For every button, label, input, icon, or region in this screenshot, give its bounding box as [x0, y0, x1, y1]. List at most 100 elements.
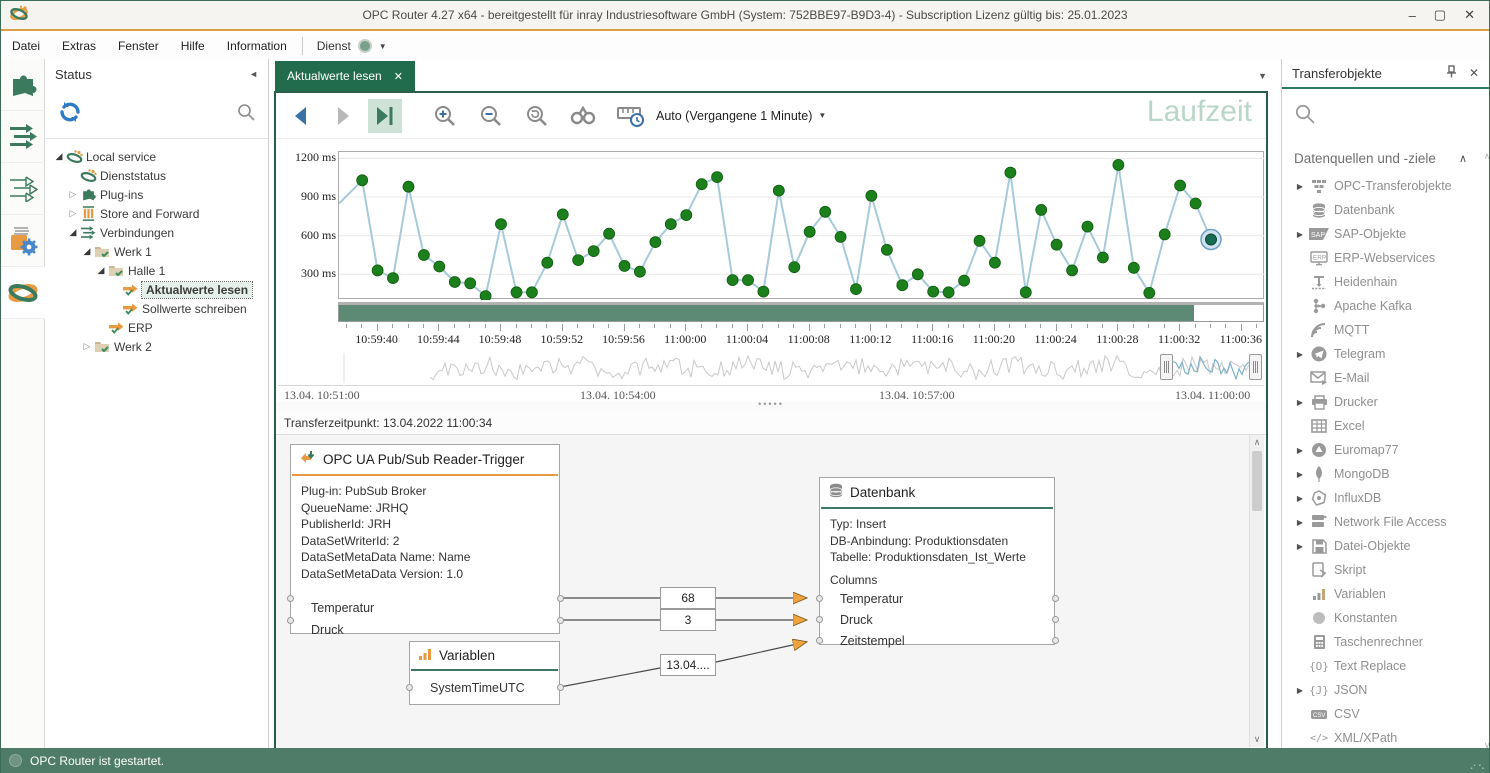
expander-closed-icon[interactable]: ▶ — [1292, 398, 1308, 407]
transfer-object-xml-xpath[interactable]: </>XML/XPath — [1282, 726, 1489, 750]
time-range-dropdown[interactable]: Auto (Vergangene 1 Minute) ▼ — [656, 109, 826, 123]
transfer-object-konstanten[interactable]: Konstanten — [1282, 606, 1489, 630]
menu-item-information[interactable]: Information — [216, 35, 298, 57]
port-dot[interactable] — [287, 595, 294, 602]
vars-port-systemtimeutc[interactable]: SystemTimeUTC — [410, 678, 559, 698]
tree-item-werk-1[interactable]: ◢Werk 1 — [45, 242, 268, 261]
scroll-up-icon[interactable]: ∧ — [1481, 151, 1490, 162]
transfer-object-influxdb[interactable]: ▶InfluxDB — [1282, 486, 1489, 510]
pin-icon[interactable] — [1446, 65, 1457, 81]
transfer-object-datei-objekte[interactable]: ▶Datei-Objekte — [1282, 534, 1489, 558]
port-dot[interactable] — [557, 595, 564, 602]
zoom-out-icon[interactable] — [474, 99, 508, 133]
port-dot[interactable] — [816, 616, 823, 623]
transfer-object-mqtt[interactable]: MQTT — [1282, 318, 1489, 342]
menu-item-dienst[interactable]: Dienst ▼ — [307, 36, 397, 56]
transfer-object-opc-transferobjekte[interactable]: ▶OPC-Transferobjekte — [1282, 174, 1489, 198]
transfer-object-apache-kafka[interactable]: Apache Kafka — [1282, 294, 1489, 318]
port-dot[interactable] — [816, 637, 823, 644]
zoom-reset-icon[interactable] — [520, 99, 554, 133]
transfer-object-taschenrechner[interactable]: Taschenrechner — [1282, 630, 1489, 654]
expander-closed-icon[interactable]: ▷ — [81, 341, 93, 352]
expander-closed-icon[interactable]: ▶ — [1292, 230, 1308, 239]
expander-closed-icon[interactable]: ▶ — [1292, 182, 1308, 191]
tree-item-local-service[interactable]: ◢Local service — [45, 147, 268, 166]
expander-closed-icon[interactable]: ▶ — [1292, 494, 1308, 503]
go-to-latest-button[interactable] — [368, 99, 402, 133]
port-dot[interactable] — [816, 595, 823, 602]
nav-forward-button[interactable] — [326, 99, 360, 133]
nav-back-button[interactable] — [284, 99, 318, 133]
trigger-port-druck[interactable]: Druck — [291, 620, 559, 640]
transfer-object-json[interactable]: ▶{J}JSON — [1282, 678, 1489, 702]
port-dot[interactable] — [406, 684, 413, 691]
connection-diagram[interactable]: OPC UA Pub/Sub Reader-Trigger Plug-in: P… — [276, 435, 1250, 749]
horizontal-splitter[interactable]: ••••• — [276, 402, 1266, 411]
refresh-icon[interactable] — [57, 99, 83, 128]
diagram-vertical-scrollbar[interactable]: ∧ ∨ — [1249, 435, 1264, 747]
scroll-up-icon[interactable]: ∧ — [1250, 435, 1264, 450]
opc-router-logo-icon[interactable] — [1, 267, 45, 319]
tree-item-sollwerte-schreiben[interactable]: Sollwerte schreiben — [45, 299, 268, 318]
scrollbar-thumb[interactable] — [1252, 451, 1262, 511]
tree-item-werk-2[interactable]: ▷Werk 2 — [45, 337, 268, 356]
trigger-port-temperatur[interactable]: Temperatur — [291, 598, 559, 618]
tree-item-verbindungen[interactable]: ◢Verbindungen — [45, 223, 268, 242]
menu-item-datei[interactable]: Datei — [1, 35, 51, 57]
collapse-panel-icon[interactable]: ◄ — [249, 69, 258, 79]
expander-closed-icon[interactable]: ▶ — [1292, 542, 1308, 551]
resize-grip[interactable]: ⡠⢄ — [1469, 759, 1486, 770]
close-button[interactable]: ✕ — [1464, 7, 1475, 23]
tree-item-aktualwerte-lesen[interactable]: Aktualwerte lesen — [45, 280, 268, 299]
zoom-in-icon[interactable] — [428, 99, 462, 133]
expander-closed-icon[interactable]: ▶ — [1292, 686, 1308, 695]
range-handle-right[interactable] — [1249, 354, 1262, 380]
transfer-object-sap-objekte[interactable]: ▶SAPSAP-Objekte — [1282, 222, 1489, 246]
port-dot[interactable] — [287, 617, 294, 624]
transfer-object-variablen[interactable]: Variablen — [1282, 582, 1489, 606]
expander-open-icon[interactable]: ◢ — [67, 227, 79, 238]
time-range-icon[interactable] — [614, 99, 648, 133]
runtime-chart[interactable]: 1200 ms900 ms600 ms300 ms 10:59:4010:59:… — [276, 148, 1266, 348]
transfer-object-network-file-access[interactable]: ▶Network File Access — [1282, 510, 1489, 534]
port-dot[interactable] — [1052, 616, 1059, 623]
db-port-temperatur[interactable]: Temperatur — [820, 589, 1054, 609]
tab-aktualwerte-lesen[interactable]: Aktualwerte lesen ✕ — [275, 61, 415, 91]
transfer-object-csv[interactable]: CSVCSV — [1282, 702, 1489, 726]
variables-box[interactable]: Variablen SystemTimeUTC — [409, 641, 560, 705]
maximize-button[interactable]: ▢ — [1434, 7, 1446, 23]
transfer-object-euromap77[interactable]: ▶Euromap77 — [1282, 438, 1489, 462]
transfer-object-datenbank[interactable]: Datenbank — [1282, 198, 1489, 222]
search-icon[interactable] — [1294, 103, 1316, 128]
expander-closed-icon[interactable]: ▶ — [1292, 518, 1308, 527]
panel-scrollbar[interactable]: ∧ ∨ — [1474, 151, 1487, 751]
menu-item-hilfe[interactable]: Hilfe — [170, 35, 216, 57]
tree-item-erp[interactable]: ERP — [45, 318, 268, 337]
section-collapse-icon[interactable]: ∧ — [1459, 152, 1467, 165]
expander-closed-icon[interactable]: ▷ — [67, 189, 79, 200]
tab-close-icon[interactable]: ✕ — [394, 70, 403, 83]
chart-plot-area[interactable] — [338, 151, 1264, 299]
port-dot[interactable] — [557, 617, 564, 624]
menu-item-fenster[interactable]: Fenster — [107, 35, 170, 57]
transfer-object-e-mail[interactable]: E-Mail — [1282, 366, 1489, 390]
tree-item-dienststatus[interactable]: Dienststatus — [45, 166, 268, 185]
transfer-object-telegram[interactable]: ▶Telegram — [1282, 342, 1489, 366]
section-datenquellen[interactable]: Datenquellen und -ziele ∧ — [1282, 141, 1489, 174]
db-port-zeitstempel[interactable]: Zeitstempel — [820, 631, 1054, 651]
expander-closed-icon[interactable]: ▶ — [1292, 470, 1308, 479]
expander-open-icon[interactable]: ◢ — [53, 151, 65, 162]
expander-closed-icon[interactable]: ▶ — [1292, 350, 1308, 359]
minimize-button[interactable]: – — [1409, 8, 1416, 23]
expander-open-icon[interactable]: ◢ — [81, 246, 93, 257]
plugins-icon[interactable] — [1, 59, 45, 111]
expander-closed-icon[interactable]: ▶ — [1292, 446, 1308, 455]
transfer-object-erp-webservices[interactable]: ERPERP-Webservices — [1282, 246, 1489, 270]
search-icon[interactable] — [236, 102, 256, 125]
tree-item-store-and-forward[interactable]: ▷Store and Forward — [45, 204, 268, 223]
database-box[interactable]: Datenbank Typ: InsertDB-Anbindung: Produ… — [819, 477, 1055, 645]
transfers-icon[interactable] — [1, 111, 45, 163]
store-forward-settings-icon[interactable] — [1, 215, 45, 267]
tree-item-plug-ins[interactable]: ▷Plug-ins — [45, 185, 268, 204]
tab-list-dropdown-icon[interactable]: ▼ — [1258, 71, 1267, 81]
